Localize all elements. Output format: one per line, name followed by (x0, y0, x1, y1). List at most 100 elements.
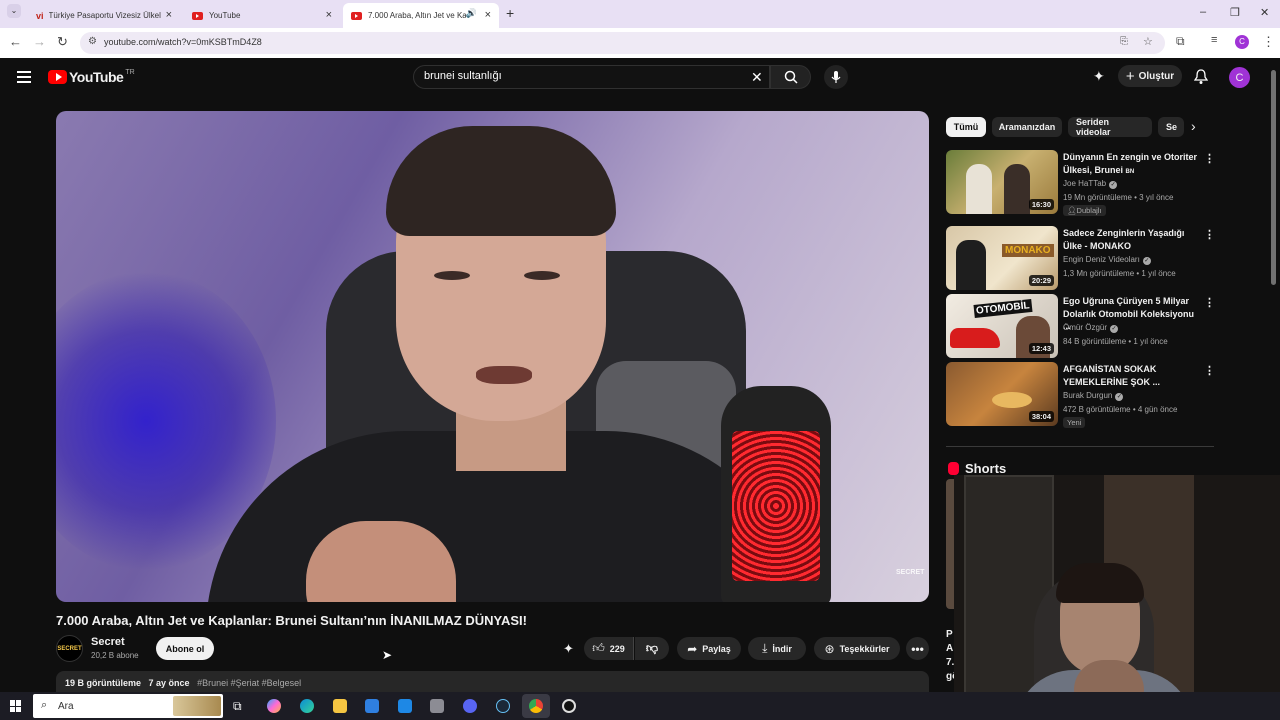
download-label: İndir (772, 643, 792, 654)
obs-icon[interactable] (562, 699, 576, 713)
site-info-icon[interactable]: ⚙ (88, 36, 97, 47)
windows-taskbar: ⌕ Ara (0, 692, 1280, 720)
channel-name[interactable]: Secret (91, 636, 125, 648)
list-item[interactable]: 16:30 Dünyanın En zengin ve Otoriter Ülk… (946, 150, 1216, 216)
ask-sparkle-icon[interactable]: ✦ (563, 641, 574, 657)
taskbar-search[interactable]: ⌕ Ara (33, 694, 223, 718)
forward-icon[interactable]: → (33, 34, 46, 49)
like-button[interactable]: 👍︎ 229 (584, 637, 634, 660)
view-count: 19 B görüntüleme (65, 678, 142, 688)
cast-sparkle-icon[interactable]: ✦ (1093, 68, 1105, 85)
search-button[interactable] (770, 65, 811, 89)
channel-name[interactable]: Burak Durgun ✓ (1063, 391, 1124, 401)
discord-icon[interactable] (463, 699, 477, 713)
chip-partial[interactable]: Se (1158, 117, 1184, 137)
browser-menu-icon[interactable]: ⋮ (1262, 34, 1275, 50)
edge-icon[interactable] (300, 699, 314, 713)
minimize-icon[interactable]: – (1200, 6, 1206, 18)
chip-series[interactable]: Seriden videolar (1068, 117, 1152, 137)
mouse-cursor-icon: ➤ (382, 648, 393, 662)
search-box[interactable] (413, 65, 770, 89)
extensions-icon[interactable]: ⧉ (1176, 34, 1185, 49)
task-view-icon[interactable]: ⧉ (233, 699, 242, 714)
country-code: TR (125, 68, 135, 76)
thanks-dollar-icon: ⊛ (824, 641, 835, 656)
video-meta: 84 B görüntüleme • 1 yıl önce (1063, 337, 1168, 346)
verified-icon: ✓ (1142, 257, 1151, 265)
profile-avatar[interactable]: C (1235, 35, 1249, 49)
install-app-icon[interactable]: ⎘ (1120, 36, 1128, 47)
youtube-logo[interactable]: YouTube TR (48, 69, 135, 85)
speaker-icon[interactable]: 🔊 (466, 8, 477, 19)
tab-youtube[interactable]: YouTube × (184, 3, 340, 28)
close-icon[interactable]: × (485, 9, 491, 21)
file-explorer-icon[interactable] (333, 699, 347, 713)
mail-icon[interactable] (398, 699, 412, 713)
chip-all[interactable]: Tümü (946, 117, 986, 137)
store-icon[interactable] (365, 699, 379, 713)
chevron-right-icon[interactable]: › (1191, 118, 1196, 134)
share-button[interactable]: ➦ Paylaş (677, 637, 741, 660)
chip-from-search[interactable]: Aramanızdan (992, 117, 1062, 137)
address-bar[interactable]: ⚙ youtube.com/watch?v=0mKSBTmD4Z8 ⎘ ☆ (80, 32, 1165, 54)
hashtags[interactable]: #Brunei #Şeriat #Belgesel (197, 678, 301, 688)
hamburger-menu-icon[interactable] (17, 71, 31, 83)
clear-search-icon[interactable]: ✕ (751, 69, 763, 86)
video-thumbnail[interactable]: 38:04 (946, 362, 1058, 426)
thanks-button[interactable]: ⊛ Teşekkürler (814, 637, 900, 660)
more-actions-icon[interactable]: ••• (906, 637, 929, 660)
voice-search-button[interactable] (824, 65, 848, 89)
channel-name[interactable]: Joe HaTTab ✓ (1063, 179, 1118, 189)
tab-search-dropdown-icon[interactable]: ⌄ (7, 4, 21, 18)
video-meta: 19 Mn görüntüleme • 3 yıl önce (1063, 193, 1174, 202)
video-thumbnail[interactable]: OTOMOBİL 12:43 (946, 294, 1058, 358)
plus-icon: + (1125, 67, 1135, 85)
channel-avatar[interactable]: SECRET (56, 635, 83, 662)
app-icon[interactable] (430, 699, 444, 713)
copilot-icon[interactable] (267, 699, 281, 713)
kebab-menu-icon[interactable]: ⋮ (1204, 228, 1215, 241)
tab-title: 7.000 Araba, Altın Jet ve Kaplanlar (368, 11, 466, 20)
kebab-menu-icon[interactable]: ⋮ (1204, 364, 1215, 377)
restore-icon[interactable]: ❐ (1230, 6, 1240, 19)
thumb-person (956, 240, 986, 290)
list-item[interactable]: 38:04 AFGANİSTAN SOKAK YEMEKLERİNE ŞOK .… (946, 362, 1216, 428)
close-icon[interactable]: × (326, 9, 332, 21)
close-icon[interactable]: × (166, 9, 172, 21)
search-input[interactable] (424, 70, 744, 82)
chrome-icon[interactable] (529, 699, 543, 713)
notifications-bell-icon[interactable] (1194, 69, 1208, 85)
subscribe-button[interactable]: Abone ol (156, 637, 214, 660)
dislike-button[interactable]: 👎︎ (635, 637, 669, 660)
person-hair (386, 126, 616, 236)
channel-name[interactable]: Engin Deniz Videoları ✓ (1063, 255, 1151, 265)
media-icon[interactable]: ≡ (1211, 34, 1217, 46)
webcam-hair (1056, 563, 1144, 603)
tab-visa[interactable]: vi Türkiye Pasaportu Vizesiz Ülkeler × (28, 3, 180, 28)
video-player[interactable]: SECRET (56, 111, 929, 602)
channel-name[interactable]: Ömür Özgür ✓ (1063, 323, 1119, 333)
kebab-menu-icon[interactable]: ⋮ (1204, 296, 1215, 309)
back-icon[interactable]: ← (9, 34, 22, 49)
create-button[interactable]: + Oluştur (1118, 65, 1182, 87)
bookmark-star-icon[interactable]: ☆ (1143, 35, 1153, 48)
channel-watermark: SECRET (896, 569, 925, 576)
kebab-menu-icon[interactable]: ⋮ (1204, 152, 1215, 165)
steam-icon[interactable] (496, 699, 510, 713)
window-close-icon[interactable]: ✕ (1260, 6, 1269, 19)
new-tab-icon[interactable]: + (506, 5, 514, 21)
list-item[interactable]: OTOMOBİL 12:43 Ego Uğruna Çürüyen 5 Mily… (946, 294, 1216, 358)
video-thumbnail[interactable]: 16:30 (946, 150, 1058, 214)
share-arrow-icon: ➦ (687, 641, 698, 656)
tab-current-video[interactable]: 7.000 Araba, Altın Jet ve Kaplanlar 🔊 × (343, 3, 499, 28)
account-avatar[interactable]: C (1229, 67, 1250, 88)
video-thumbnail[interactable]: MONAKO 20:29 (946, 226, 1058, 290)
download-button[interactable]: ⤓ İndir (748, 637, 806, 660)
person-eye (524, 271, 560, 280)
search-icon: ⌕ (41, 699, 48, 711)
page-scrollbar[interactable] (1271, 70, 1276, 285)
list-item[interactable]: MONAKO 20:29 Sadece Zenginlerin Yaşadığı… (946, 226, 1216, 290)
verified-icon: ✓ (1110, 325, 1119, 333)
reload-icon[interactable]: ↻ (57, 34, 68, 50)
windows-start-icon[interactable] (10, 700, 22, 712)
